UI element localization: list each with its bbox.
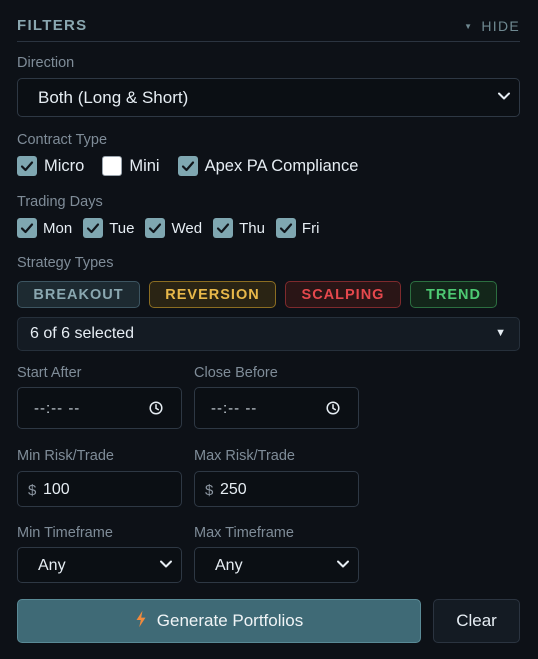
day-label: Fri: [301, 219, 320, 237]
contract-type-options: Micro Mini Apex PA Compliance: [17, 156, 358, 176]
checkmark-icon: [279, 223, 293, 234]
max-risk-input[interactable]: $ 250: [194, 471, 359, 507]
checkbox-mon[interactable]: [17, 218, 37, 238]
day-option-tue[interactable]: Tue: [83, 218, 134, 238]
generate-portfolios-button[interactable]: Generate Portfolios: [17, 599, 421, 643]
filters-header: FILTERS ▼ HIDE: [17, 16, 520, 42]
chevron-down-icon: [159, 557, 173, 576]
currency-symbol: $: [205, 482, 214, 499]
checkmark-icon: [20, 161, 34, 172]
generate-portfolios-label: Generate Portfolios: [156, 611, 304, 630]
caret-down-icon: ▼: [464, 21, 474, 31]
min-timeframe-label: Min Timeframe: [17, 525, 113, 541]
checkmark-icon: [20, 223, 34, 234]
checkmark-icon: [216, 223, 230, 234]
day-label: Mon: [43, 219, 73, 237]
checkbox-fri[interactable]: [275, 218, 296, 238]
min-risk-value: 100: [43, 481, 70, 498]
caret-down-icon: ▼: [495, 327, 506, 339]
max-risk-value: 250: [220, 481, 247, 498]
currency-symbol: $: [28, 482, 37, 499]
contract-option-micro[interactable]: Micro: [17, 156, 84, 176]
day-option-mon[interactable]: Mon: [17, 218, 72, 238]
chevron-down-icon: [497, 88, 511, 108]
strategy-tag-scalping[interactable]: SCALPING: [285, 281, 401, 308]
strategy-selection-summary: 6 of 6 selected: [30, 325, 135, 342]
clock-icon[interactable]: [326, 401, 340, 420]
min-timeframe-value: Any: [38, 557, 66, 574]
min-timeframe-select[interactable]: Any: [17, 547, 182, 583]
strategy-tag-reversion[interactable]: REVERSION: [149, 281, 276, 308]
checkbox-mini[interactable]: [102, 156, 123, 176]
contract-option-apex-pa[interactable]: Apex PA Compliance: [177, 156, 359, 176]
start-after-value: --:-- --: [34, 400, 81, 417]
filters-title: FILTERS: [17, 17, 88, 34]
close-before-value: --:-- --: [211, 400, 258, 417]
checkbox-apex-pa[interactable]: [177, 156, 198, 176]
contract-option-label: Mini: [129, 156, 160, 175]
checkbox-micro[interactable]: [17, 156, 37, 176]
min-risk-input[interactable]: $ 100: [17, 471, 182, 507]
contract-option-label: Micro: [44, 156, 85, 175]
close-before-label: Close Before: [194, 365, 278, 381]
chevron-down-icon: [336, 557, 350, 576]
start-after-label: Start After: [17, 365, 82, 381]
day-label: Wed: [171, 219, 203, 237]
trading-days-label: Trading Days: [17, 194, 103, 210]
contract-type-label: Contract Type: [17, 132, 108, 148]
direction-value: Both (Long & Short): [38, 87, 189, 107]
strategy-multiselect[interactable]: 6 of 6 selected ▼: [17, 317, 520, 351]
max-timeframe-label: Max Timeframe: [194, 525, 294, 541]
checkbox-thu[interactable]: [213, 218, 234, 238]
contract-option-mini[interactable]: Mini: [102, 156, 160, 176]
day-label: Tue: [109, 219, 135, 237]
close-before-time-input[interactable]: --:-- --: [194, 387, 359, 429]
min-risk-label: Min Risk/Trade: [17, 448, 114, 464]
max-risk-label: Max Risk/Trade: [194, 448, 295, 464]
trading-days-options: Mon Tue Wed Thu Fri: [17, 218, 319, 238]
hide-filters-toggle[interactable]: ▼ HIDE: [464, 18, 520, 34]
day-option-thu[interactable]: Thu: [213, 218, 265, 238]
max-timeframe-select[interactable]: Any: [194, 547, 359, 583]
direction-label: Direction: [17, 55, 75, 71]
start-after-time-input[interactable]: --:-- --: [17, 387, 182, 429]
checkbox-tue[interactable]: [83, 218, 104, 238]
max-timeframe-value: Any: [215, 557, 243, 574]
checkmark-icon: [181, 161, 194, 172]
day-option-fri[interactable]: Fri: [275, 218, 320, 238]
day-label: Thu: [239, 219, 265, 237]
strategy-tag-trend[interactable]: TREND: [410, 281, 497, 308]
direction-select[interactable]: Both (Long & Short): [17, 78, 520, 117]
strategy-tag-breakout[interactable]: BREAKOUT: [17, 281, 140, 308]
checkmark-icon: [87, 223, 100, 234]
checkbox-wed[interactable]: [145, 218, 166, 238]
checkmark-icon: [149, 223, 162, 234]
lightning-bolt-icon: [135, 610, 147, 633]
clear-button[interactable]: Clear: [433, 599, 520, 643]
day-option-wed[interactable]: Wed: [145, 218, 202, 238]
contract-option-label: Apex PA Compliance: [204, 156, 359, 175]
strategy-types-label: Strategy Types: [17, 255, 114, 271]
hide-label: HIDE: [481, 18, 520, 34]
clock-icon[interactable]: [149, 401, 163, 420]
